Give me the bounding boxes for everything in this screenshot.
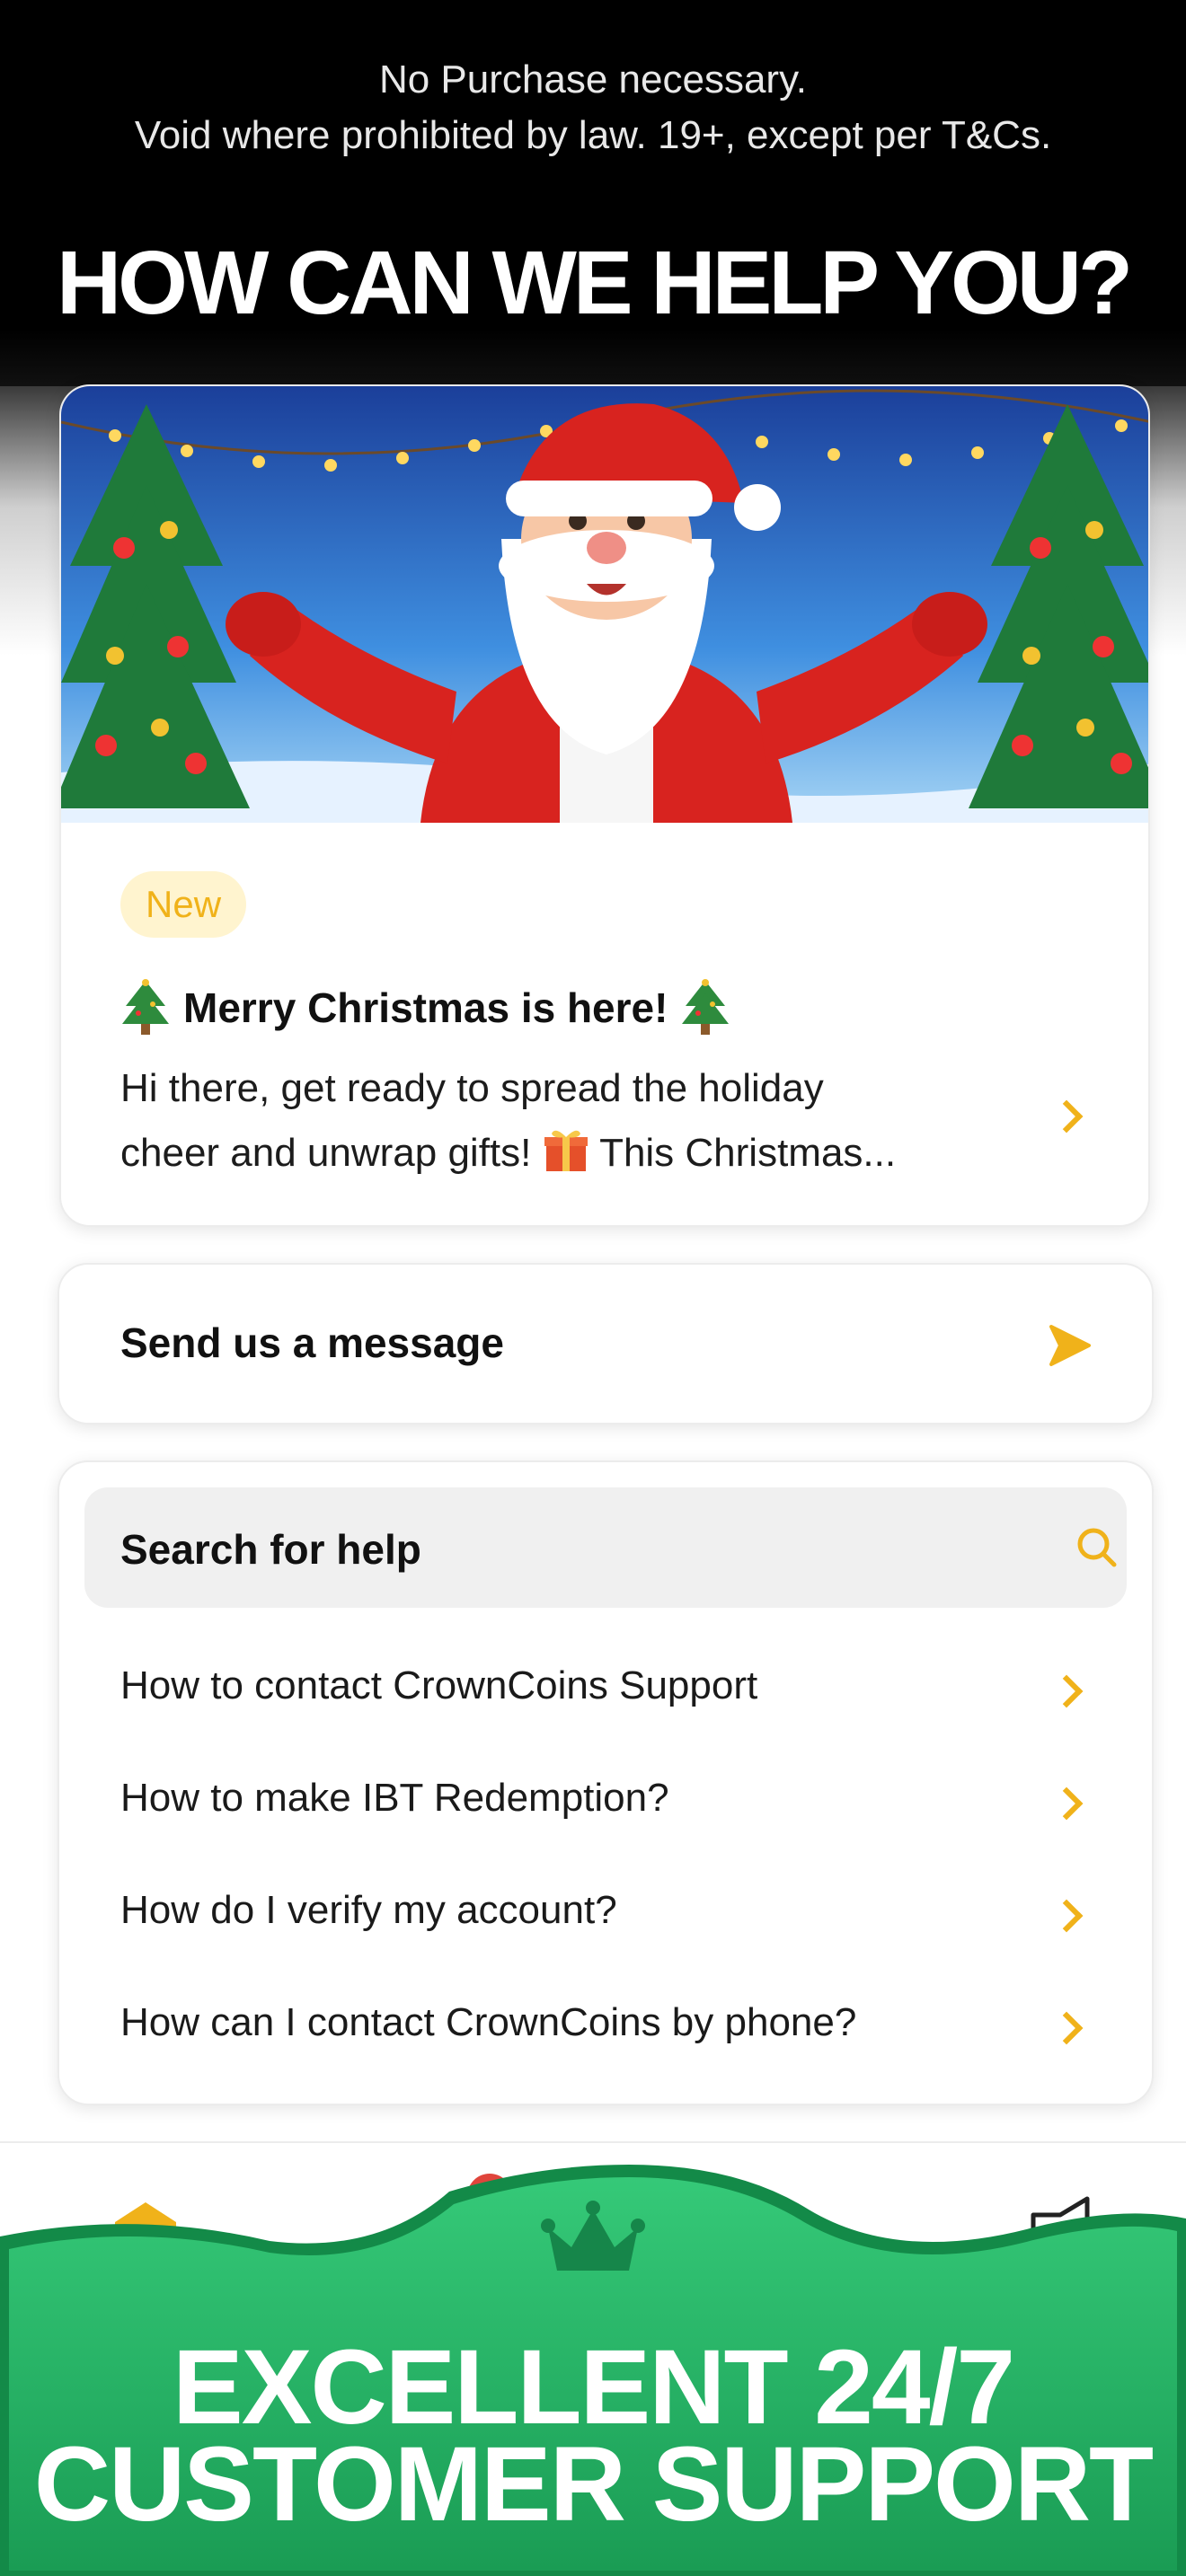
promo-footer-line-2: CUSTOMER SUPPORT [33, 2425, 1154, 2544]
help-article-link[interactable]: How can I contact CrownCoins by phone? [59, 1975, 1155, 2074]
christmas-banner-image [61, 386, 1148, 823]
news-preview-line-1: Hi there, get ready to spread the holida… [120, 1066, 824, 1110]
new-badge: New [120, 871, 247, 938]
chevron-right-icon [1049, 1674, 1084, 1708]
chevron-right-icon [1049, 2011, 1084, 2045]
gift-icon [544, 1130, 588, 1171]
help-article-title: How to contact CrownCoins Support [120, 1663, 758, 1707]
news-card[interactable]: New Merry Christmas is here! Hi there, g… [59, 384, 1150, 1227]
christmas-tree-icon [122, 979, 169, 1035]
help-article-link[interactable]: How to contact CrownCoins Support [59, 1638, 1155, 1737]
search-icon [1077, 1528, 1117, 1567]
help-article-title: How can I contact CrownCoins by phone? [120, 2000, 857, 2044]
promo-footer-text: EXCELLENT 24/7 CUSTOMER SUPPORT [0, 2328, 1186, 2544]
crown-icon [541, 2201, 645, 2271]
disclaimer-line-1: No Purchase necessary. [378, 57, 808, 101]
help-article-title: How do I verify my account? [120, 1888, 617, 1932]
chevron-right-icon [1049, 1099, 1084, 1134]
disclaimer-text: No Purchase necessary. Void where prohib… [0, 52, 1186, 163]
help-article-link[interactable]: How to make IBT Redemption? [59, 1751, 1155, 1849]
news-preview-line-2: cheer and unwrap gifts! This Christmas..… [120, 1121, 1019, 1186]
news-title: Merry Christmas is here! [120, 979, 730, 1037]
chevron-right-icon [1049, 1786, 1084, 1821]
send-message-label: Send us a message [120, 1319, 504, 1366]
promo-headline: HOW CAN WE HELP YOU? [56, 233, 1133, 333]
news-preview: Hi there, get ready to spread the holida… [120, 1056, 1019, 1186]
send-arrow-icon [1049, 1325, 1091, 1366]
search-input[interactable]: Search for help [84, 1487, 1127, 1608]
send-message-card[interactable]: Send us a message [58, 1263, 1154, 1425]
promo-footer-line-1: EXCELLENT 24/7 [173, 2328, 1015, 2447]
help-card: Search for help How to contact CrownCoin… [58, 1460, 1154, 2105]
christmas-tree-icon [682, 979, 730, 1035]
chevron-right-icon [1049, 1899, 1084, 1933]
help-article-title: How to make IBT Redemption? [120, 1776, 669, 1820]
disclaimer-line-2: Void where prohibited by law. 19+, excep… [134, 113, 1052, 157]
help-article-link[interactable]: How do I verify my account? [59, 1863, 1155, 1962]
news-title-text: Merry Christmas is here! [183, 984, 668, 1031]
search-label: Search for help [120, 1526, 421, 1573]
